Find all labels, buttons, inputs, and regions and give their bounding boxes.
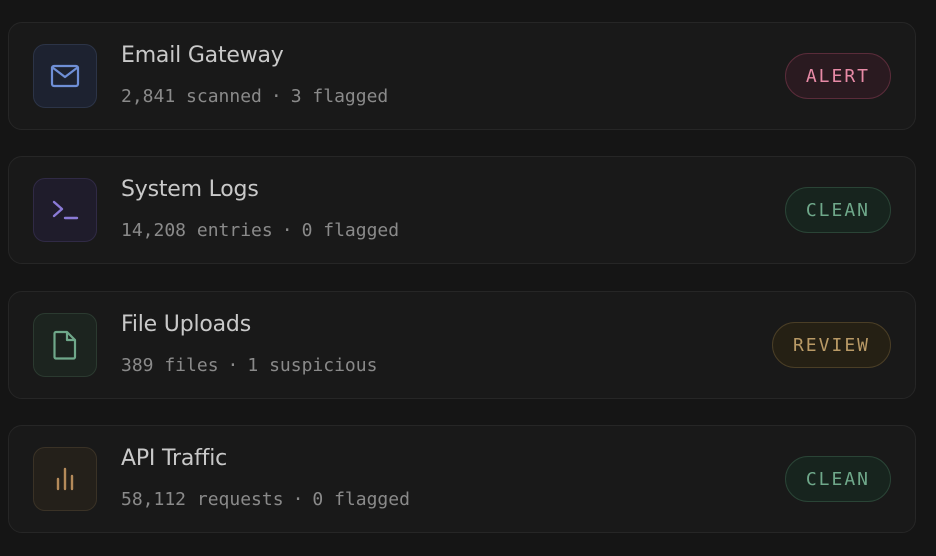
terminal-icon (52, 200, 79, 220)
logs-icon-tile (33, 178, 97, 242)
source-meta: 14,208 entries · 0 flagged (121, 220, 399, 241)
files-icon-tile (33, 313, 97, 377)
status-badge: REVIEW (771, 322, 891, 368)
mail-icon (50, 64, 80, 88)
source-detail: 0 flagged (301, 220, 400, 241)
meta-separator: · (227, 355, 239, 376)
meta-separator: · (270, 86, 282, 107)
source-meta: 58,112 requests · 0 flagged (121, 489, 410, 510)
meta-separator: · (292, 489, 304, 510)
source-count: 14,208 entries (121, 220, 273, 241)
api-icon-tile (33, 447, 97, 511)
source-card-email-gateway[interactable]: Email Gateway 2,841 scanned · 3 flagged AL… (8, 22, 916, 130)
scan-source-list: Email Gateway 2,841 scanned · 3 flagged AL… (0, 0, 936, 556)
status-badge: CLEAN (784, 456, 891, 502)
source-detail: 3 flagged (290, 86, 389, 107)
status-badge: CLEAN (784, 187, 891, 233)
source-title: System Logs (121, 177, 259, 202)
email-icon-tile (33, 44, 97, 108)
bar-chart-icon (56, 467, 74, 491)
source-card-api-traffic[interactable]: API Traffic 58,112 requests · 0 flagged CL… (8, 425, 916, 533)
status-badge: ALERT (784, 53, 891, 99)
source-title: Email Gateway (121, 43, 284, 68)
source-meta: 389 files · 1 suspicious (121, 355, 377, 376)
source-title: File Uploads (121, 312, 251, 337)
source-detail: 1 suspicious (247, 355, 378, 376)
source-count: 2,841 scanned (121, 86, 262, 107)
meta-separator: · (281, 220, 293, 241)
source-card-system-logs[interactable]: System Logs 14,208 entries · 0 flagged CLE… (8, 156, 916, 264)
file-icon (53, 330, 77, 360)
source-detail: 0 flagged (312, 489, 410, 510)
source-card-file-uploads[interactable]: File Uploads 389 files · 1 suspicious REVI… (8, 291, 916, 399)
source-meta: 2,841 scanned · 3 flagged (121, 86, 388, 107)
source-count: 389 files (121, 355, 219, 376)
source-title: API Traffic (121, 446, 228, 471)
source-count: 58,112 requests (121, 489, 284, 510)
